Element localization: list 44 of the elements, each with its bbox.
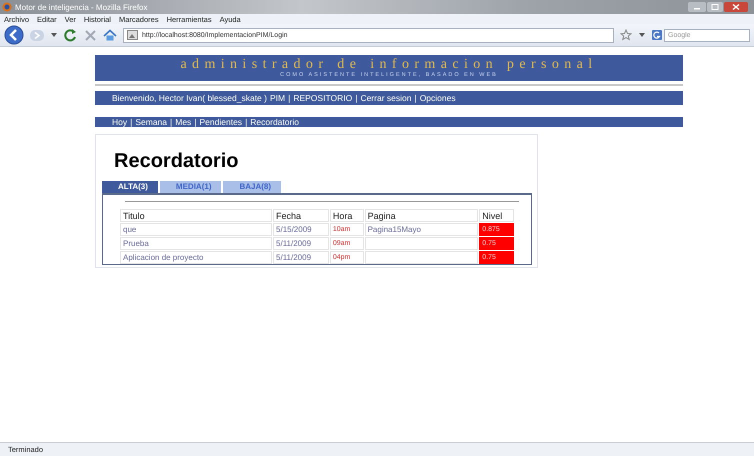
- page-icon: [127, 30, 138, 40]
- table-cell: 5/11/2009: [273, 237, 329, 250]
- nav-link[interactable]: PIM: [270, 93, 286, 103]
- separator: |: [245, 117, 248, 127]
- dropdown-icon[interactable]: [638, 31, 646, 39]
- table-cell: que: [120, 223, 272, 236]
- column-header: Nivel: [479, 209, 514, 222]
- column-header: Titulo: [120, 209, 272, 222]
- page-heading: Recordatorio: [114, 149, 240, 173]
- column-header: Pagina: [364, 209, 478, 222]
- dropdown-icon[interactable]: [50, 31, 58, 39]
- bookmark-star-icon[interactable]: [620, 29, 632, 41]
- table-cell: Pagina15Mayo: [364, 223, 478, 236]
- table-cell: 5/11/2009: [273, 251, 329, 264]
- nav-link[interactable]: Opciones: [420, 93, 456, 103]
- maximize-button[interactable]: [707, 2, 723, 12]
- site-title: administrador de informacion personal: [180, 58, 598, 72]
- window-title: Motor de inteligencia - Mozilla Firefox: [15, 2, 148, 12]
- greeting-text: Bienvenido, Hector Ivan( blessed_skate ): [112, 93, 267, 103]
- nav-link[interactable]: Hoy: [112, 117, 128, 127]
- home-button[interactable]: [103, 28, 117, 42]
- nav-link[interactable]: Cerrar sesion: [360, 93, 412, 103]
- separator: |: [170, 117, 172, 127]
- separator: |: [130, 117, 132, 127]
- close-button[interactable]: [724, 2, 748, 12]
- separator: |: [288, 93, 290, 103]
- column-header: Hora: [330, 209, 364, 222]
- column-header: Fecha: [273, 209, 329, 222]
- table-cell: 5/15/2009: [273, 223, 329, 236]
- table-cell: Aplicacion de proyecto: [120, 251, 272, 264]
- table-cell: Prueba: [120, 237, 272, 250]
- nav-link[interactable]: REPOSITORIO: [293, 93, 352, 103]
- nav-link[interactable]: Semana: [135, 117, 168, 127]
- back-button[interactable]: [4, 25, 24, 45]
- stop-button[interactable]: [84, 28, 97, 42]
- reload-button[interactable]: [64, 28, 78, 42]
- separator: |: [355, 93, 358, 103]
- nav-link[interactable]: Recordatorio: [250, 117, 299, 127]
- priority-tab[interactable]: ALTA(3): [102, 181, 158, 193]
- separator: |: [414, 93, 417, 103]
- search-engine-icon: [652, 30, 662, 40]
- nav-link[interactable]: Pendientes: [200, 117, 242, 127]
- nav-link[interactable]: Mes: [175, 117, 192, 127]
- separator: |: [194, 117, 197, 127]
